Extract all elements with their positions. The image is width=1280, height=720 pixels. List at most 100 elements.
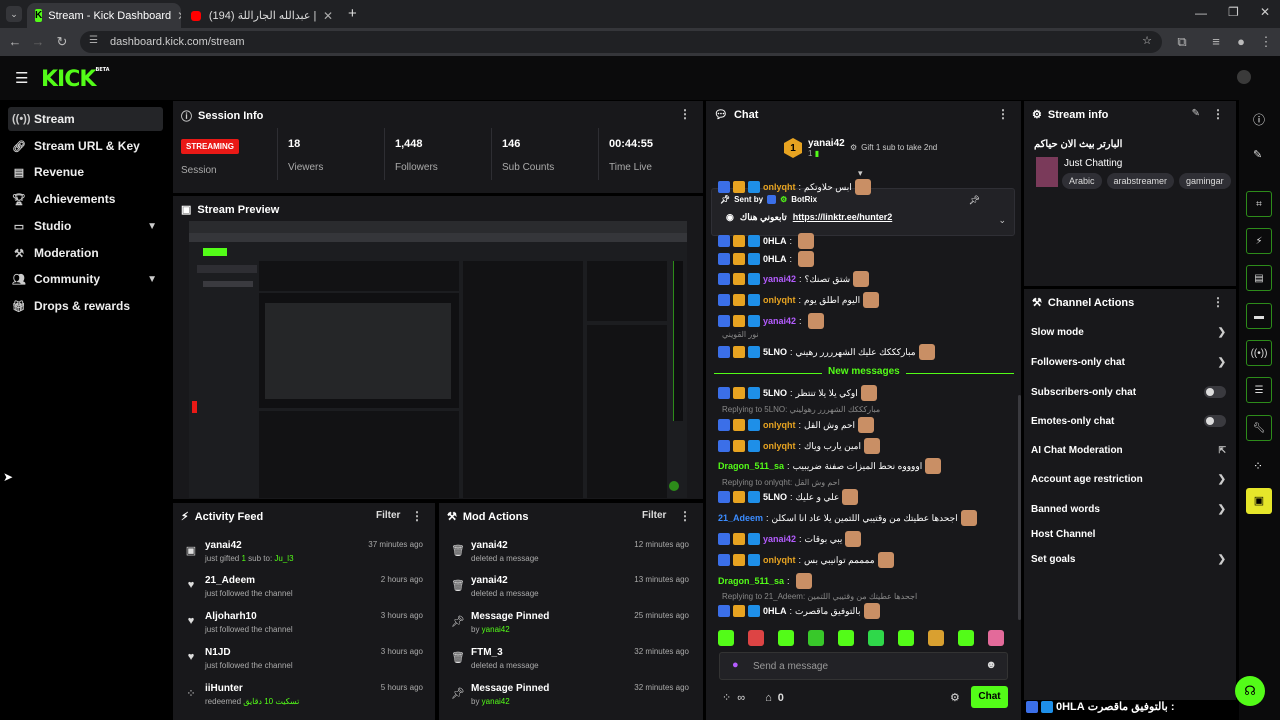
emote-icon[interactable] [988, 630, 1004, 646]
support-icon[interactable]: ☊ [1235, 676, 1265, 706]
tag[interactable]: gamingar [1179, 173, 1231, 189]
kick-logo[interactable]: KICKBETA [41, 67, 110, 92]
sidebar-item-achievements[interactable]: 🏆︎ Achievements [8, 187, 163, 211]
mod-filter-button[interactable]: Filter [642, 510, 666, 521]
chat-message[interactable]: onlyqht: ممممم توانيبي بس [718, 551, 894, 569]
profile-icon[interactable]: ● [1233, 34, 1249, 49]
extensions-icon[interactable]: ⧉ [1174, 34, 1190, 50]
sidebar-item-revenue[interactable]: ▤ Revenue [8, 160, 163, 184]
forward-icon[interactable]: → [30, 34, 46, 49]
category-label[interactable]: Just Chatting [1064, 158, 1122, 169]
close-window-icon[interactable]: ✕ [1260, 5, 1270, 19]
notes-icon[interactable]: ▤ [1246, 265, 1272, 291]
chat-message[interactable]: yanai42: [718, 312, 824, 330]
emoji-icon[interactable]: ☻ [985, 659, 997, 671]
restore-icon[interactable]: ❐ [1228, 5, 1239, 19]
chat-username[interactable]: Dragon_511_sa [718, 461, 784, 471]
highlight-icon[interactable]: ▣ [1246, 488, 1272, 514]
more-options-icon[interactable]: ⋮ [411, 509, 423, 523]
sidebar-item-studio[interactable]: ▭ Studio ▼ [8, 214, 163, 238]
stream-preview-video[interactable] [189, 221, 687, 498]
browser-menu-icon[interactable]: ⋮ [1258, 34, 1274, 50]
address-bar[interactable]: ☰ dashboard.kick.com/stream ☆ [80, 31, 1162, 53]
emote-icon[interactable] [958, 630, 974, 646]
chat-username[interactable]: 5LNO [763, 492, 787, 502]
browser-tab-youtube[interactable]: (194) ‏قح حث || عبدالله الجاراللة - ✕ [183, 3, 341, 28]
media-icon[interactable]: ≡ [1208, 34, 1224, 49]
set-goals-row[interactable]: Set goals ❯ [1031, 554, 1226, 565]
emote-icon[interactable] [868, 630, 884, 646]
chat-message[interactable]: 0HLA: [718, 232, 815, 250]
chat-username[interactable]: 21_Adeem [718, 513, 763, 523]
reply-context[interactable]: نور القويني [722, 330, 759, 339]
emote-icon[interactable] [748, 630, 764, 646]
reply-context[interactable]: Replying to onlyqht: احم وش القل [722, 478, 840, 487]
account-age-restriction-row[interactable]: Account age restriction ❯ [1031, 474, 1226, 485]
more-options-icon[interactable]: ⋮ [1212, 107, 1224, 121]
sidebar-item-community[interactable]: 👥︎ Community ▼ [8, 267, 163, 291]
store-icon[interactable]: ⌂ [765, 692, 772, 704]
info-icon[interactable]: ⓘ [1253, 111, 1265, 128]
chat-username[interactable]: 0HLA [763, 606, 787, 616]
tag[interactable]: arabstreamer [1106, 173, 1175, 189]
chat-message[interactable]: 21_Adeem: اجحدها عطيتك من وقتيبي اللتمين … [718, 509, 977, 527]
new-messages-divider[interactable]: New messages [714, 366, 1014, 380]
layout-icon[interactable]: ☰ [1246, 377, 1272, 403]
chat-message[interactable]: onlyqht: اليوم اطلق يوم [718, 291, 880, 309]
subscribers-only-toggle[interactable] [1204, 386, 1226, 398]
chat-username[interactable]: 0HLA [763, 236, 787, 246]
unpin-icon[interactable]: 📌︎ [969, 195, 980, 206]
new-tab-button[interactable]: + [348, 5, 357, 22]
more-options-icon[interactable]: ⋮ [997, 107, 1009, 121]
emote-icon[interactable] [838, 630, 854, 646]
browser-tab-kick[interactable]: K Stream - Kick Dashboard ✕ [27, 3, 181, 28]
sidebar-item-stream[interactable]: ((•)) Stream [8, 107, 163, 131]
broadcast-icon[interactable]: ((•)) [1246, 340, 1272, 366]
wrench-icon[interactable]: 🔧︎ [1246, 415, 1272, 441]
lightning-icon[interactable]: ⚡︎ [1246, 228, 1272, 254]
chat-username[interactable]: onlyqht [763, 295, 796, 305]
chat-message[interactable]: Dragon_511_sa: [718, 572, 812, 590]
gift-sub-button[interactable]: ⚙ Gift 1 sub to take 2nd [850, 143, 937, 152]
chat-username[interactable]: yanai42 [763, 274, 796, 284]
followers-only-chat-row[interactable]: Followers-only chat ❯ [1031, 357, 1226, 368]
chat-username[interactable]: onlyqht [763, 420, 796, 430]
chat-message[interactable]: onlyqht: ابس حلاوتكم [718, 178, 871, 196]
chat-username[interactable]: 5LNO [763, 388, 787, 398]
chat-username[interactable]: onlyqht [763, 555, 796, 565]
chat-send-button[interactable]: Chat [971, 686, 1008, 708]
chat-bubble-icon[interactable]: ▬ [1246, 303, 1272, 329]
emote-icon[interactable] [718, 630, 734, 646]
more-options-icon[interactable]: ⋮ [679, 107, 691, 121]
chat-username[interactable]: Dragon_511_sa [718, 576, 784, 586]
chat-message[interactable]: yanai42: يبي بوقات [718, 530, 862, 548]
minimize-icon[interactable]: — [1195, 6, 1207, 20]
user-avatar[interactable] [1237, 70, 1251, 84]
host-channel-row[interactable]: Host Channel [1031, 529, 1226, 540]
activity-filter-button[interactable]: Filter [376, 510, 400, 521]
chat-message[interactable]: onlyqht: امين يارب وياك [718, 437, 880, 455]
chat-message[interactable]: 0HLA: [718, 250, 815, 268]
chat-username[interactable]: onlyqht [763, 441, 796, 451]
more-options-icon[interactable]: ⋮ [1212, 295, 1224, 309]
reload-icon[interactable]: ↻ [54, 34, 70, 50]
tag[interactable]: Arabic [1062, 173, 1102, 189]
banned-words-row[interactable]: Banned words ❯ [1031, 504, 1226, 515]
points-icon[interactable]: ⁘ [722, 691, 731, 704]
back-icon[interactable]: ← [7, 34, 23, 49]
close-tab-icon[interactable]: ✕ [317, 9, 333, 23]
edit-icon[interactable]: ✎ [1192, 108, 1200, 119]
chat-message[interactable]: Dragon_511_sa: اووووه نحط الميزات صفنة ضر… [718, 457, 942, 475]
sidebar-item-moderation[interactable]: ⚒ Moderation [8, 241, 163, 265]
tab-search-button[interactable]: ⌄ [6, 6, 22, 22]
chat-message[interactable]: yanai42: شتق تصنك؟ [718, 270, 870, 288]
bookmark-star-icon[interactable]: ☆ [1142, 34, 1152, 47]
emote-icon[interactable] [928, 630, 944, 646]
chat-message[interactable]: 0HLA: بالتوفيق ماقصرت [718, 602, 880, 620]
chat-scrollbar[interactable] [1018, 395, 1021, 620]
clip-icon[interactable]: ⌗ [1246, 191, 1272, 217]
chat-username[interactable]: onlyqht [763, 182, 796, 192]
chat-username[interactable]: 0HLA [763, 254, 787, 264]
emote-icon[interactable] [778, 630, 794, 646]
microphone-icon[interactable]: ● [732, 659, 739, 671]
